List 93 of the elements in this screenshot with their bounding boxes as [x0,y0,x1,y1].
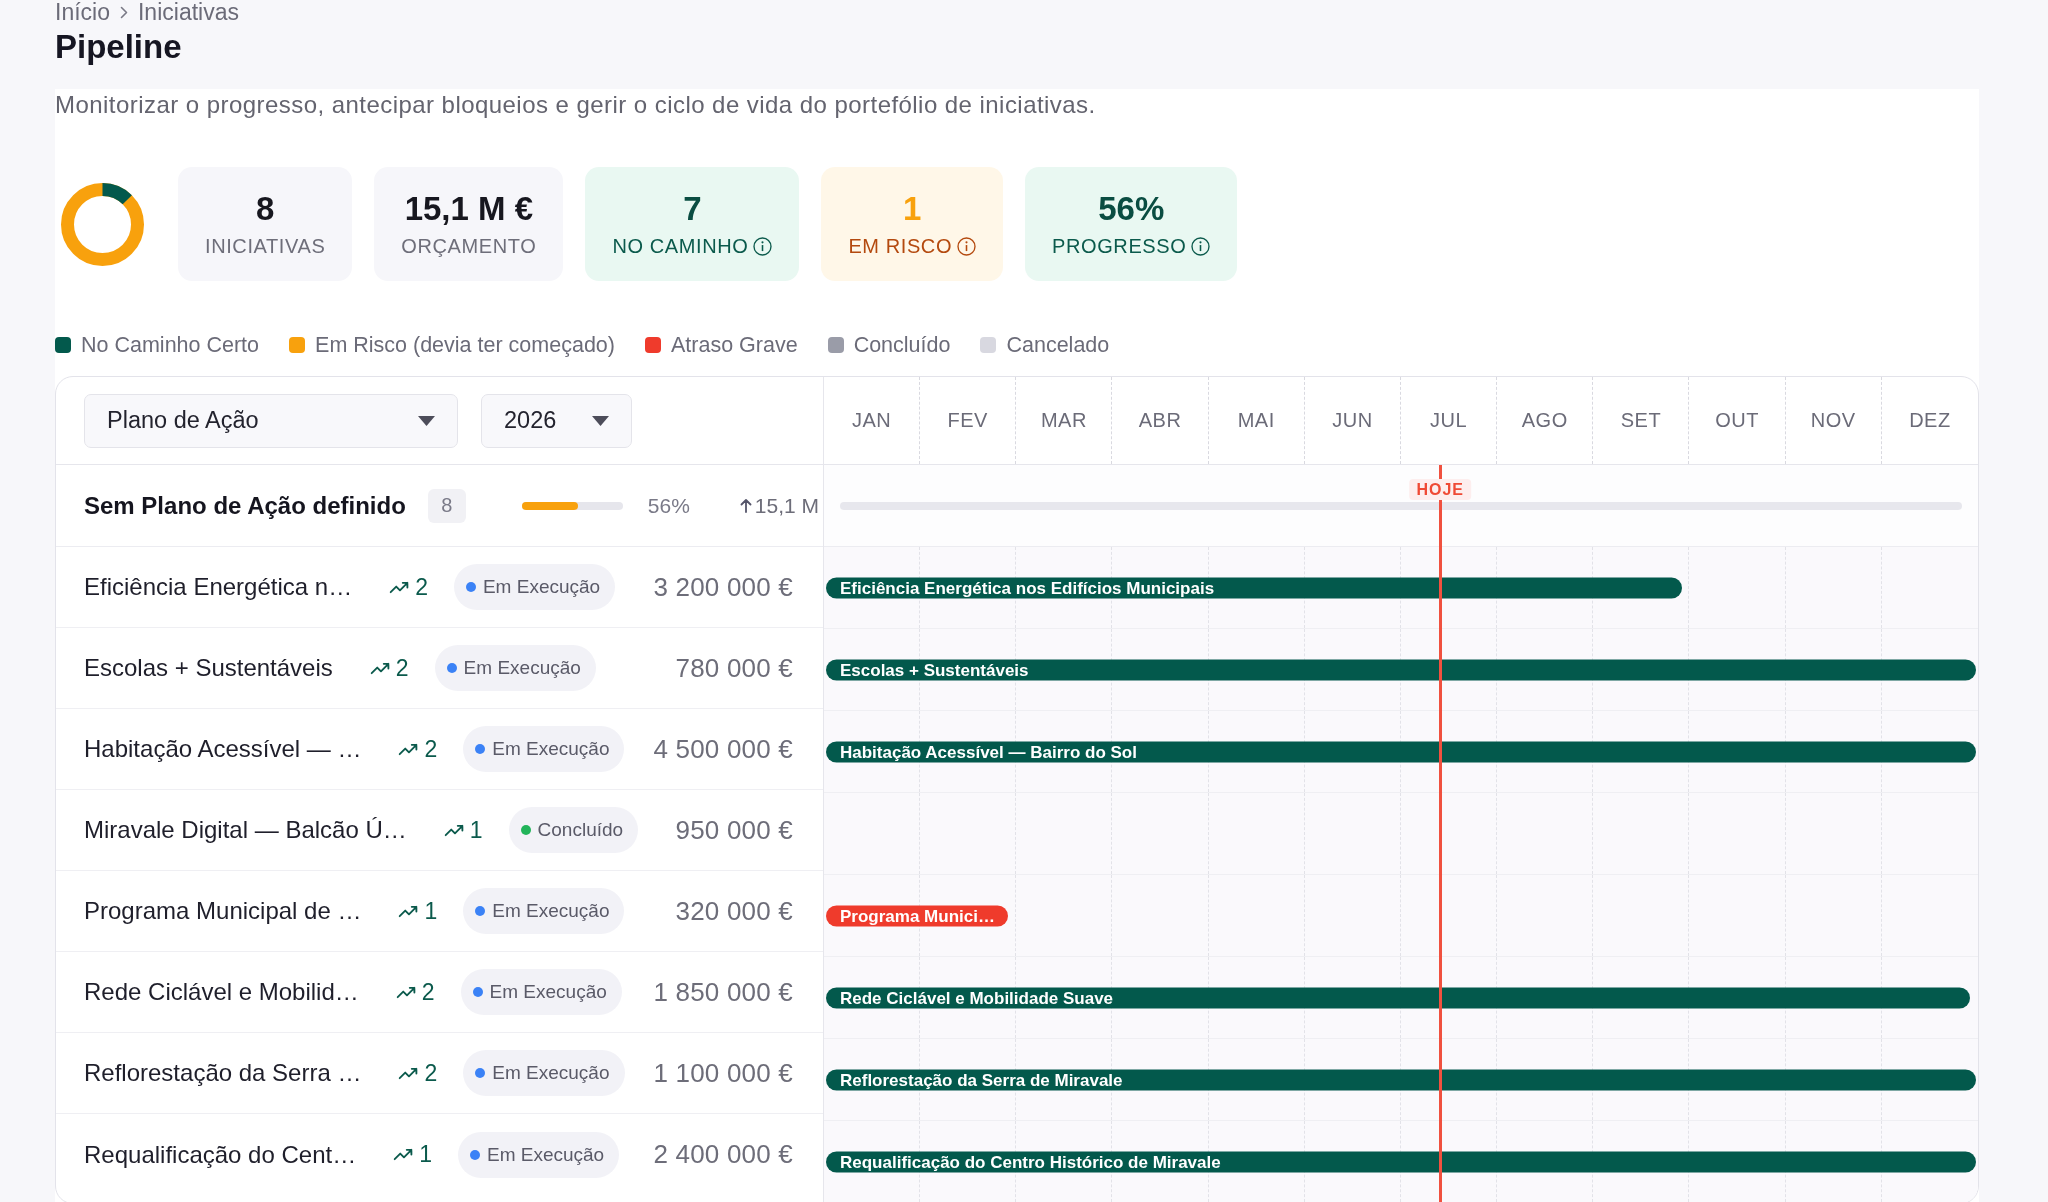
chevron-right-icon [120,5,128,19]
indicator-count: 2 [421,978,435,1006]
status-label: Concluído [537,819,624,841]
trending-up-icon [443,823,465,837]
initiative-name: Reflorestação da Serra … [84,1059,362,1087]
initiative-name: Rede Ciclável e Mobilid… [84,978,359,1006]
trending-up-icon [369,661,391,675]
month-label: MAR [1040,409,1087,432]
budget-amount: 4 500 000 € [652,733,793,765]
month-label: OUT [1715,409,1759,432]
budget-amount: 3 200 000 € [652,571,793,603]
budget-total: 15,1 M [754,493,819,518]
kpi-value: 15,1 M € [404,189,534,229]
arrow-up-icon [739,498,752,513]
status-label: Em Execução [482,576,601,598]
trending-up-icon [398,742,420,756]
month-label: ABR [1138,409,1182,432]
initiative-name: Miravale Digital — Balcão Ú… [84,816,407,844]
gantt-bar: Eficiência Energética nos Edifícios Municipais [826,577,1682,598]
trending-up-icon [398,1066,420,1080]
month-label: JUN [1332,409,1373,432]
gantt-bar: Programa Munici… [826,905,1008,926]
month-label: NOV [1810,409,1856,432]
month-label: FEV [947,409,988,432]
kpi-value: 56% [1098,189,1165,229]
donut-chart-icon [61,182,144,266]
trending-up-icon [393,1148,415,1161]
breadcrumb-current: Iniciativas [138,0,239,24]
kpi-value: 1 [903,189,922,229]
indicator-count: 2 [395,654,409,682]
legend-label: Cancelado [1006,332,1110,358]
trending-up-icon [398,904,420,918]
kpi-value: 8 [256,189,275,229]
gantt-bar: Habitação Acessível — Bairro do Sol [826,741,1976,762]
kpi-label: ORÇAMENTO [401,234,537,258]
budget-amount: 1 100 000 € [652,1057,793,1089]
month-label: MAI [1237,409,1275,432]
kpi-label: PROGRESSO [1052,234,1187,258]
initiative-name: Eficiência Energética n… [84,573,353,601]
legend-label: Concluído [853,332,951,358]
month-label: JAN [851,409,892,432]
month-label: DEZ [1909,409,1951,432]
status-label: Em Execução [492,900,610,922]
initiative-name: Habitação Acessível — … [84,735,362,763]
indicator-count: 1 [419,1141,432,1168]
gantt-bar: Requalificação do Centro Histórico de Miravale [826,1151,1976,1172]
gantt-bar: Rede Ciclável e Mobilidade Suave [826,987,1971,1008]
status-label: Em Execução [492,1062,610,1084]
budget-amount: 320 000 € [674,895,793,927]
indicator-count: 1 [424,897,438,925]
info-icon[interactable] [1191,236,1211,256]
initiative-name: Requalificação do Cent… [84,1140,357,1169]
progress-percent: 56% [647,493,690,518]
gantt-bar: Escolas + Sustentáveis [826,659,1976,680]
indicator-count: 2 [415,573,428,601]
group-by-dropdown[interactable]: Plano de Ação [84,393,458,448]
year-dropdown[interactable]: 2026 [481,393,632,448]
today-label: HOJE [1409,479,1471,500]
caret-down-icon [418,415,435,426]
gantt-bar: Reflorestação da Serra de Miravale [826,1069,1976,1090]
month-label: AGO [1521,409,1568,432]
trending-up-icon [395,985,417,999]
indicator-count: 2 [424,1059,438,1087]
month-label: SET [1620,409,1662,432]
group-title: Sem Plano de Ação definido [84,491,406,520]
breadcrumb-link[interactable]: Início [55,0,110,24]
kpi-label: INICIATIVAS [205,234,326,258]
kpi-label: NO CAMINHO [612,234,749,258]
status-label: Em Execução [486,1143,605,1166]
budget-amount: 1 850 000 € [652,976,793,1008]
info-icon[interactable] [957,236,977,256]
caret-down-icon [592,415,609,426]
count-badge: 8 [427,488,466,523]
indicator-count: 1 [469,816,483,844]
page-subtitle: Monitorizar o progresso, antecipar bloqueios e gerir o ciclo de vida do portefólio de iniciativas. [55,90,1097,120]
indicator-count: 2 [424,735,438,763]
trending-up-icon [389,580,411,594]
kpi-value: 7 [683,189,702,229]
budget-amount: 950 000 € [674,814,793,846]
info-icon[interactable] [753,236,773,256]
status-label: Em Execução [489,981,607,1003]
page-title: Pipeline [55,27,183,67]
status-label: Em Execução [463,657,581,679]
budget-amount: 780 000 € [674,652,793,684]
initiative-name: Escolas + Sustentáveis [84,654,333,682]
budget-amount: 2 400 000 € [652,1139,793,1170]
kpi-label: EM RISCO [848,234,953,258]
legend-label: Em Risco (devia ter começado) [315,332,615,358]
status-label: Em Execução [492,738,610,760]
legend-label: Atraso Grave [670,332,798,358]
legend-label: No Caminho Certo [81,332,260,358]
month-label: JUL [1430,409,1468,432]
initiative-name: Programa Municipal de … [84,897,362,925]
